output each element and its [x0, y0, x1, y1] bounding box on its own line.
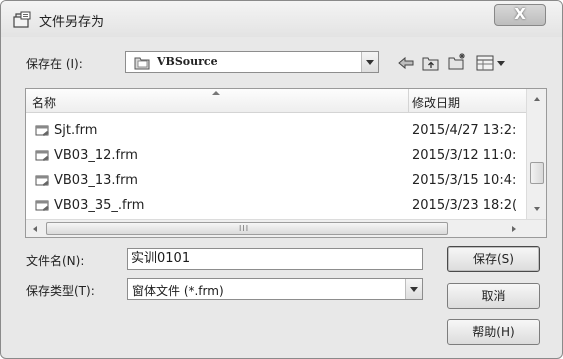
vertical-scrollbar[interactable]: [526, 89, 546, 219]
column-header-modified-date[interactable]: 修改日期: [412, 94, 460, 111]
back-arrow-icon[interactable]: [396, 54, 416, 72]
file-date: 2015/3/12 11:0:: [412, 148, 517, 163]
file-row[interactable]: VB03_12.frm 2015/3/12 11:0:: [26, 144, 526, 168]
file-date: 2015/4/27 13:2:: [412, 123, 517, 138]
file-name: VB03_13.frm: [54, 173, 138, 188]
scroll-left-arrow-icon[interactable]: [33, 226, 37, 232]
file-list[interactable]: 名称 修改日期 Sjt.frm 2015/4/27 13:2: VB03_12.…: [25, 88, 547, 238]
scroll-right-arrow-icon[interactable]: [512, 226, 516, 232]
filename-label: 文件名(N):: [26, 254, 85, 268]
up-folder-icon[interactable]: [421, 54, 441, 72]
filename-input[interactable]: 实训0101: [127, 248, 423, 270]
form-file-icon: [35, 175, 49, 186]
location-dropdown-arrow[interactable]: [361, 52, 378, 72]
form-file-icon: [35, 150, 49, 161]
scroll-grip: III: [239, 224, 250, 233]
filetype-value: 窗体文件 (*.frm): [132, 284, 224, 298]
folder-icon: [134, 57, 150, 70]
file-date: 2015/3/23 18:2(: [412, 198, 518, 213]
filetype-dropdown-arrow[interactable]: [405, 279, 422, 299]
file-row[interactable]: Sjt.frm 2015/4/27 13:2:: [26, 119, 526, 143]
form-file-icon: [35, 125, 49, 136]
location-combo[interactable]: VBSource: [125, 51, 379, 73]
scroll-up-arrow-icon[interactable]: [534, 97, 540, 101]
sort-ascending-icon: [212, 91, 220, 95]
vertical-scroll-thumb[interactable]: [530, 162, 544, 184]
view-menu-icon[interactable]: [475, 54, 509, 72]
scroll-down-arrow-icon[interactable]: [534, 207, 540, 211]
file-date: 2015/3/15 10:4:: [412, 173, 517, 188]
location-value: VBSource: [157, 55, 218, 68]
filetype-combo[interactable]: 窗体文件 (*.frm): [127, 278, 423, 300]
app-window-icon: [13, 11, 31, 28]
save-as-dialog: 文件另存为 X 保存在 (I): VBSource 名称 修改日期 Sjt.fr…: [0, 0, 563, 359]
file-list-header: 名称 修改日期: [26, 89, 526, 113]
horizontal-scrollbar[interactable]: III: [26, 219, 546, 237]
column-divider[interactable]: [408, 89, 409, 113]
file-row[interactable]: VB03_13.frm 2015/3/15 10:4:: [26, 169, 526, 193]
new-folder-icon[interactable]: [447, 52, 467, 70]
window-title: 文件另存为: [39, 15, 105, 30]
filetype-label: 保存类型(T):: [26, 284, 95, 298]
close-button[interactable]: X: [494, 4, 546, 26]
form-file-icon: [35, 200, 49, 211]
title-bar: 文件另存为 X: [1, 1, 562, 37]
file-row[interactable]: VB03_35_.frm 2015/3/23 18:2(: [26, 194, 526, 218]
save-button[interactable]: 保存(S): [447, 246, 540, 272]
file-name: Sjt.frm: [54, 123, 98, 138]
save-in-label: 保存在 (I):: [26, 57, 83, 71]
cancel-button[interactable]: 取消: [447, 283, 540, 309]
column-header-name[interactable]: 名称: [32, 94, 56, 111]
help-button[interactable]: 帮助(H): [447, 319, 540, 345]
horizontal-scroll-thumb[interactable]: III: [46, 222, 448, 235]
file-name: VB03_12.frm: [54, 148, 138, 163]
file-name: VB03_35_.frm: [54, 198, 145, 213]
